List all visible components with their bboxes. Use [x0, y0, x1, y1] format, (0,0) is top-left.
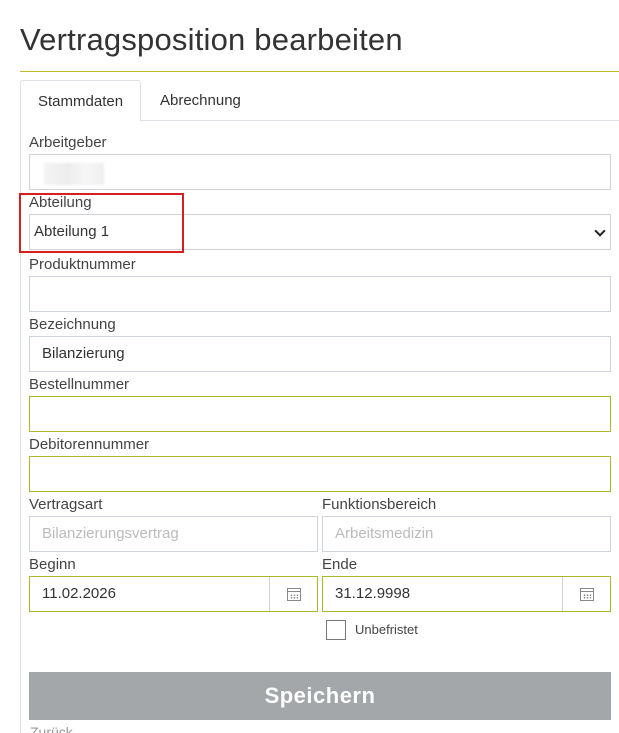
vertragsart-label: Vertragsart — [29, 496, 103, 513]
page-title: Vertragsposition bearbeiten — [20, 22, 403, 57]
tab-abrechnung[interactable]: Abrechnung — [143, 80, 258, 121]
beginn-value: 11.02.2026 — [42, 585, 116, 602]
debitorennummer-field[interactable] — [29, 456, 611, 492]
ende-field[interactable]: 31.12.9998 — [322, 576, 611, 612]
unbefristet-checkbox[interactable] — [326, 620, 346, 640]
produktnummer-label: Produktnummer — [29, 256, 136, 273]
save-button[interactable]: Speichern — [29, 672, 611, 720]
bezeichnung-label: Bezeichnung — [29, 316, 116, 333]
beginn-date-button[interactable] — [269, 577, 317, 611]
ende-label: Ende — [322, 556, 358, 573]
unbefristet-label: Unbefristet — [355, 622, 418, 637]
highlight-box — [19, 193, 184, 253]
calendar-icon — [579, 587, 594, 601]
title-divider — [20, 71, 619, 72]
bestellnummer-label: Bestellnummer — [29, 376, 130, 393]
funktionsbereich-field[interactable]: Arbeitsmedizin — [322, 516, 611, 552]
produktnummer-field[interactable] — [29, 276, 611, 312]
funktionsbereich-label: Funktionsbereich — [322, 496, 437, 513]
bestellnummer-field[interactable] — [29, 396, 611, 432]
ende-value: 31.12.9998 — [335, 585, 411, 602]
debitorennummer-label: Debitorennummer — [29, 436, 150, 453]
arbeitgeber-label: Arbeitgeber — [29, 134, 107, 151]
back-link[interactable]: Zurück — [30, 724, 73, 733]
calendar-icon — [286, 587, 301, 601]
beginn-label: Beginn — [29, 556, 76, 573]
chevron-down-icon — [594, 225, 606, 237]
redacted-value — [44, 163, 104, 185]
ende-date-button[interactable] — [562, 577, 610, 611]
vertragsart-field[interactable]: Bilanzierungsvertrag — [29, 516, 318, 552]
bezeichnung-field[interactable]: Bilanzierung — [29, 336, 611, 372]
beginn-field[interactable]: 11.02.2026 — [29, 576, 318, 612]
tab-bar: Stammdaten Abrechnung — [20, 80, 619, 122]
arbeitgeber-field[interactable] — [29, 154, 611, 190]
tab-stammdaten[interactable]: Stammdaten — [20, 80, 142, 122]
